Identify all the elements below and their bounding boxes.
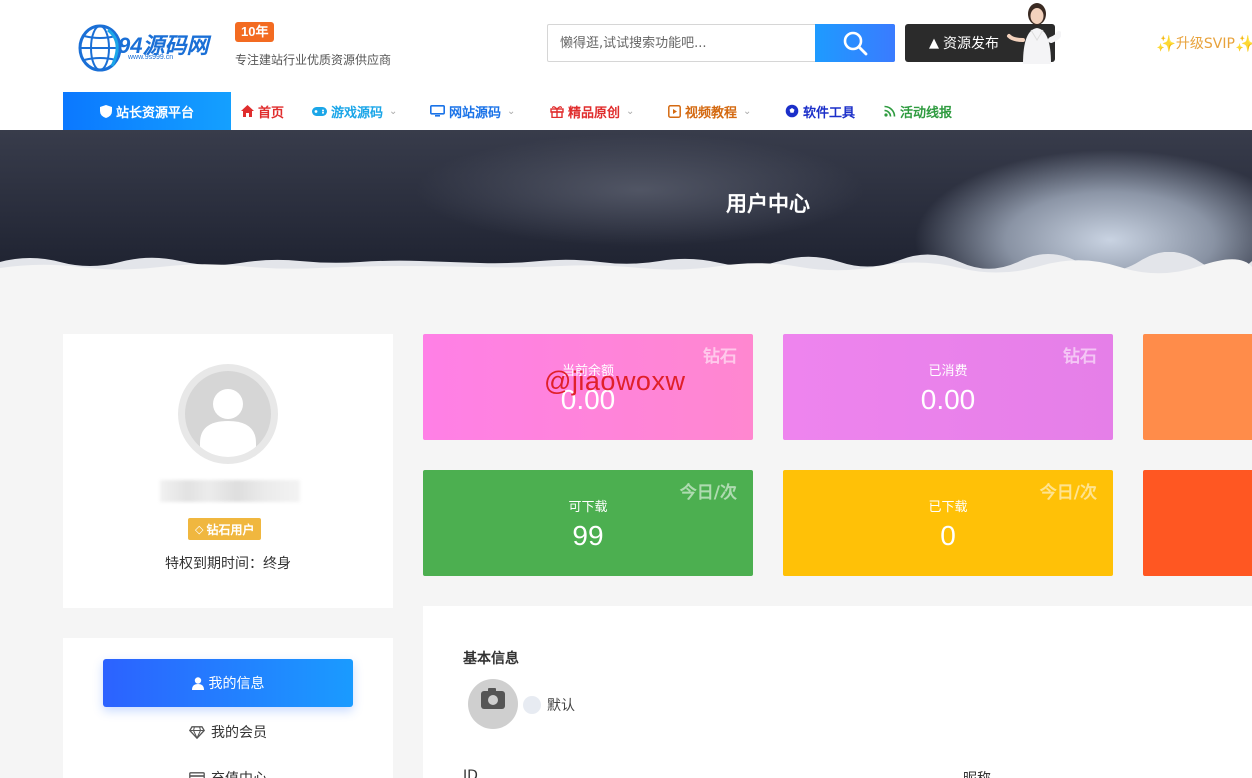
vip-level-badge: ◇ 钻石用户 xyxy=(188,518,262,540)
user-icon xyxy=(191,676,204,690)
banner-wave-divider xyxy=(0,252,1252,274)
nav-item-label: 精品原创 xyxy=(568,105,621,121)
stat-label: 可下载 xyxy=(568,500,608,515)
nav-item-website-source[interactable]: 网站源码 ⌄ xyxy=(430,92,515,130)
publish-label: 资源发布 xyxy=(943,36,999,52)
search-box xyxy=(547,24,895,62)
watermark-text: @jiaowoxw xyxy=(544,366,686,396)
chevron-down-icon: ⌄ xyxy=(626,105,635,117)
logo-url: www.9s999.cn xyxy=(128,54,174,61)
mascot-image xyxy=(1007,3,1061,64)
menu-item-label: 我的会员 xyxy=(211,725,267,741)
camera-icon xyxy=(481,688,505,709)
nav-item-activity-news[interactable]: 活动线报 xyxy=(884,92,952,130)
diamond-icon xyxy=(189,725,205,739)
nav-item-label: 网站源码 xyxy=(449,105,502,121)
default-avatar-icon xyxy=(185,371,271,457)
nav-item-game-source[interactable]: 游戏源码 ⌄ xyxy=(312,92,397,130)
fire-icon: ▲ xyxy=(929,35,939,51)
stat-label: 已下载 xyxy=(928,500,968,515)
gift-icon xyxy=(550,105,564,118)
menu-item-my-membership[interactable]: 我的会员 xyxy=(103,717,353,747)
chevron-down-icon: ⌄ xyxy=(743,105,752,117)
nickname-field-label: 昵称 xyxy=(963,768,991,778)
radio-label: 默认 xyxy=(547,698,575,714)
chevron-down-icon: ⌄ xyxy=(507,105,516,117)
section-title: 基本信息 xyxy=(463,651,519,667)
svip-label: 升级SVIP xyxy=(1175,36,1235,52)
username-redacted xyxy=(160,480,300,502)
stat-card-downloadable: 今日/次 可下载 99 xyxy=(423,470,753,576)
nav-item-label: 软件工具 xyxy=(803,105,856,121)
basic-info-panel: 基本信息 默认 ID 昵称 xyxy=(423,606,1252,778)
nav-item-label: 视频教程 xyxy=(685,105,738,121)
stat-value: 0.00 xyxy=(920,384,976,415)
nav-item-video-tutorial[interactable]: 视频教程 ⌄ xyxy=(668,92,751,130)
card-icon xyxy=(189,772,205,778)
video-icon xyxy=(668,104,681,118)
menu-item-recharge-center[interactable]: 充值中心 xyxy=(103,763,353,778)
gamepad-icon xyxy=(312,106,327,116)
diamond-icon: ◇ xyxy=(195,522,204,536)
avatar[interactable] xyxy=(178,364,278,464)
monitor-icon xyxy=(430,105,445,117)
menu-item-my-info[interactable]: 我的信息 xyxy=(103,659,353,707)
site-logo[interactable]: 94源码网 www.9s999.cn xyxy=(78,22,228,74)
stat-card-spent: 钻石 已消费 0.00 xyxy=(783,334,1113,440)
shield-icon xyxy=(99,104,112,118)
stat-value: 0 xyxy=(940,520,956,551)
profile-card: ◇ 钻石用户 特权到期时间：终身 xyxy=(63,334,393,608)
upgrade-svip-link[interactable]: ✨ 升级SVIP ✨ xyxy=(1156,33,1252,53)
nav-platform-button[interactable]: 站长资源平台 xyxy=(63,92,231,130)
nav-item-premium-original[interactable]: 精品原创 ⌄ xyxy=(550,92,634,130)
avatar-default-radio[interactable]: 默认 xyxy=(523,695,575,715)
home-icon xyxy=(241,105,254,117)
stat-value: 99 xyxy=(572,520,604,551)
nav-item-software-tools[interactable]: 软件工具 xyxy=(785,92,855,130)
football-icon xyxy=(785,104,799,118)
nav-item-home[interactable]: 首页 xyxy=(241,92,284,130)
user-menu: 我的信息 我的会员 充值中心 xyxy=(63,638,393,778)
page-banner: 用户中心 xyxy=(0,130,1252,274)
nav-item-label: 首页 xyxy=(258,105,285,121)
avatar-upload-button[interactable] xyxy=(468,679,518,729)
menu-item-label: 充值中心 xyxy=(211,768,267,778)
years-badge: 10年 xyxy=(235,22,275,42)
radio-circle xyxy=(523,696,541,714)
nav-platform-label: 站长资源平台 xyxy=(115,105,194,121)
stat-card-partial-red xyxy=(1143,470,1252,576)
search-icon xyxy=(843,31,868,56)
page-title: 用户中心 xyxy=(726,192,810,216)
nav-item-label: 游戏源码 xyxy=(331,105,384,121)
main-nav: 站长资源平台 首页 游戏源码 ⌄ 网站源码 ⌄ 精品原创 ⌄ 视频教程 ⌄ 软件… xyxy=(0,92,1252,130)
chevron-down-icon: ⌄ xyxy=(389,105,398,117)
search-button[interactable] xyxy=(815,24,895,62)
vip-level-label: 钻石用户 xyxy=(206,522,255,537)
stat-card-downloaded: 今日/次 已下载 0 xyxy=(783,470,1113,576)
wing-right-icon: ✨ xyxy=(1234,33,1252,53)
tagline: 专注建站行业优质资源供应商 xyxy=(235,53,392,67)
menu-item-label: 我的信息 xyxy=(208,676,265,692)
wing-left-icon: ✨ xyxy=(1156,33,1176,53)
stat-label: 已消费 xyxy=(928,364,968,379)
search-input[interactable] xyxy=(548,25,816,61)
privilege-expiry: 特权到期时间：终身 xyxy=(165,556,291,572)
stat-card-partial-orange xyxy=(1143,334,1252,440)
site-header: 94源码网 www.9s999.cn 10年 专注建站行业优质资源供应商 ▲ 资… xyxy=(0,0,1252,130)
id-field-label: ID xyxy=(463,768,478,778)
nav-item-label: 活动线报 xyxy=(900,105,953,121)
rss-icon xyxy=(884,105,896,117)
